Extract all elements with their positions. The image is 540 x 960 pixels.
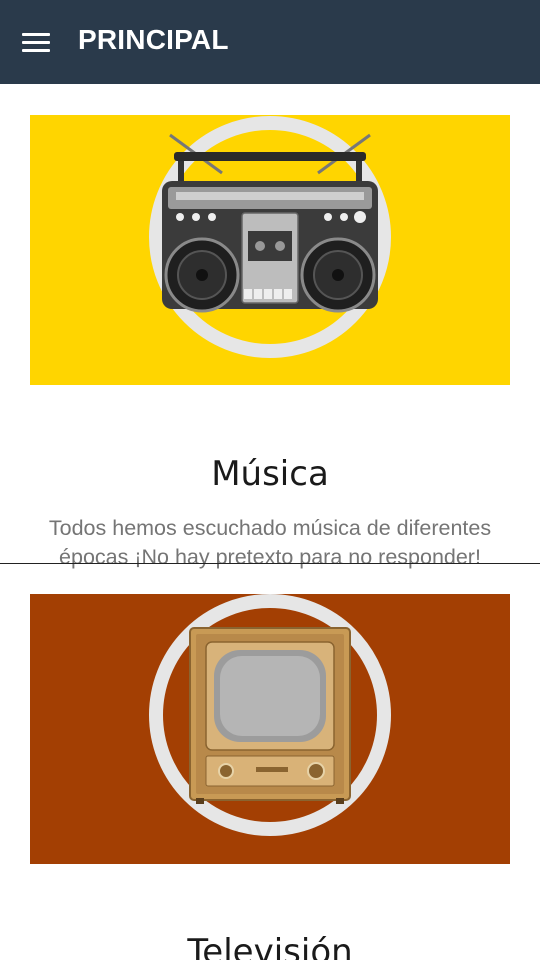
category-image-television[interactable] <box>30 594 510 864</box>
category-image-musica[interactable] <box>30 115 510 385</box>
menu-line <box>22 33 50 36</box>
app-bar: PRINCIPAL <box>0 0 540 84</box>
category-card-television[interactable]: Televisión <box>0 564 540 960</box>
hamburger-menu-icon[interactable] <box>22 31 50 53</box>
category-title: Televisión <box>187 932 353 960</box>
retro-television-icon <box>30 594 510 864</box>
page-title: PRINCIPAL <box>78 24 229 55</box>
category-card-musica[interactable]: Música Todos hemos escuchado música de d… <box>0 84 540 569</box>
boombox-icon <box>30 115 510 385</box>
category-list[interactable]: Música Todos hemos escuchado música de d… <box>0 84 540 960</box>
menu-line <box>22 41 50 44</box>
category-title: Música <box>211 454 329 495</box>
menu-line <box>22 49 50 52</box>
